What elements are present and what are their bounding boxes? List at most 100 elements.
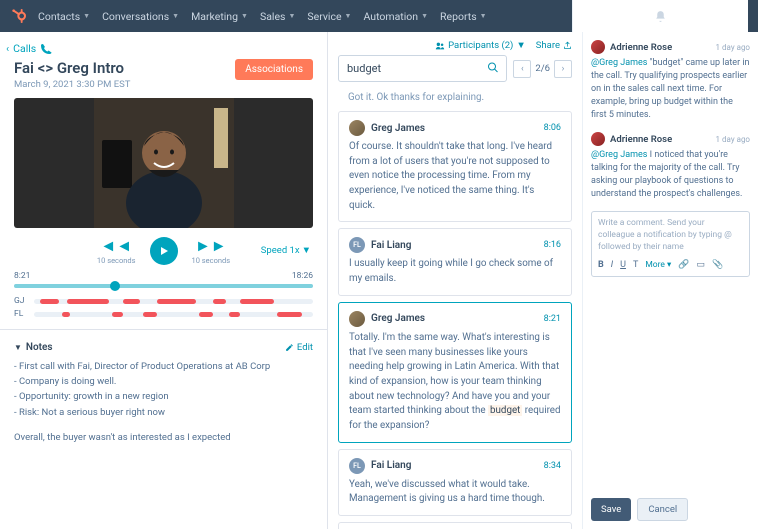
forward-10-button[interactable]: ►►10 seconds bbox=[192, 236, 231, 265]
speaker-label: FL bbox=[14, 309, 28, 319]
share-icon bbox=[563, 41, 572, 50]
composer-placeholder[interactable]: Write a comment. Send your colleague a n… bbox=[598, 218, 743, 254]
transcript-search-input[interactable] bbox=[338, 55, 507, 82]
search-icon[interactable] bbox=[487, 61, 499, 76]
save-button[interactable]: Save bbox=[591, 498, 631, 521]
speaker-name: Greg James bbox=[371, 313, 425, 324]
timeline-scrubber[interactable] bbox=[14, 284, 313, 288]
comment-age: 1 day ago bbox=[716, 43, 750, 52]
timeline-handle[interactable] bbox=[110, 281, 120, 291]
track-fl[interactable] bbox=[34, 312, 313, 317]
commenter-avatar bbox=[591, 132, 605, 146]
speaker-name: Greg James bbox=[371, 123, 425, 134]
speaker-avatar: FL bbox=[349, 237, 365, 253]
prev-result-button[interactable]: ‹ bbox=[513, 60, 531, 78]
transcript-message[interactable]: Greg James8:39 OK. The timeline for thes… bbox=[338, 522, 572, 529]
notes-section: ▼ Notes Edit - First call with Fai, Direc… bbox=[0, 336, 327, 457]
chevron-down-icon: ▼ bbox=[302, 245, 311, 256]
chevron-left-icon: ‹ bbox=[6, 42, 9, 55]
keyword-highlight: budget bbox=[488, 405, 522, 416]
notifications-icon[interactable] bbox=[654, 10, 668, 24]
note-line: - Risk: Not a serious buyer right now bbox=[14, 405, 313, 420]
timestamp[interactable]: 8:21 bbox=[544, 314, 561, 324]
rewind-10-button[interactable]: ◄◄10 seconds bbox=[97, 236, 136, 265]
player-controls: ◄◄10 seconds ►►10 seconds Speed 1x▼ bbox=[0, 236, 327, 265]
timestamp[interactable]: 8:34 bbox=[544, 461, 561, 471]
associations-button[interactable]: Associations bbox=[235, 59, 313, 80]
timestamp[interactable]: 8:06 bbox=[544, 123, 561, 133]
commenter-name: Adrienne Rose bbox=[610, 134, 672, 145]
comment-composer[interactable]: Write a comment. Send your colleague a n… bbox=[591, 211, 750, 277]
transcript-message[interactable]: FLFai Liang8:34 Yeah, we've discussed wh… bbox=[338, 449, 572, 516]
play-button[interactable] bbox=[150, 237, 178, 265]
message-body: Of course. It shouldn't take that long. … bbox=[349, 140, 561, 213]
phone-icon bbox=[40, 43, 52, 55]
user-menu-chevron[interactable]: ▼ bbox=[657, 99, 664, 107]
edit-notes-button[interactable]: Edit bbox=[285, 342, 313, 353]
link-icon[interactable]: 🔗 bbox=[678, 260, 689, 270]
participants-link[interactable]: Participants (2)▼ bbox=[435, 40, 526, 51]
speaker-name: Fai Liang bbox=[371, 240, 411, 251]
nav-items: Contacts▼ Conversations▼ Marketing▼ Sale… bbox=[38, 10, 487, 23]
message-body: I usually keep it going while I go check… bbox=[349, 257, 561, 286]
speaker-avatar: FL bbox=[349, 458, 365, 474]
timeline-start: 8:21 bbox=[14, 271, 30, 281]
comment-body: @Greg James I noticed that you're talkin… bbox=[591, 149, 750, 201]
speaker-avatar bbox=[349, 311, 365, 327]
nav-sales[interactable]: Sales▼ bbox=[260, 10, 295, 23]
nav-marketing[interactable]: Marketing▼ bbox=[191, 10, 248, 23]
next-result-button[interactable]: › bbox=[554, 60, 572, 78]
call-datetime: March 9, 2021 3:30 PM EST bbox=[14, 79, 130, 90]
attachment-icon[interactable]: 📎 bbox=[712, 260, 723, 270]
timestamp[interactable]: 8:16 bbox=[544, 240, 561, 250]
comment: Adrienne Rose 1 day ago @Greg James I not… bbox=[591, 132, 750, 201]
note-line: - Opportunity: growth in a new region bbox=[14, 389, 313, 404]
image-icon[interactable]: ▭ bbox=[697, 260, 706, 270]
italic-button[interactable]: I bbox=[611, 260, 613, 270]
transcript-message-highlighted[interactable]: Greg James 8:21 Totally. I'm the same way… bbox=[338, 302, 572, 443]
pencil-icon bbox=[285, 343, 294, 352]
speaker-label: GJ bbox=[14, 296, 28, 306]
call-title: Fai <> Greg Intro bbox=[14, 59, 130, 77]
underline-button[interactable]: U bbox=[620, 260, 626, 270]
note-line: - Company is doing well. bbox=[14, 374, 313, 389]
bold-button[interactable]: B bbox=[598, 260, 604, 270]
note-summary: Overall, the buyer wasn't as interested … bbox=[14, 430, 313, 445]
transcript-panel: Participants (2)▼ Share ‹ 2/6 › Got it. … bbox=[328, 32, 582, 529]
commenter-avatar bbox=[591, 40, 605, 54]
nav-contacts[interactable]: Contacts▼ bbox=[38, 10, 90, 23]
nav-reports[interactable]: Reports▼ bbox=[440, 10, 487, 23]
top-nav: Contacts▼ Conversations▼ Marketing▼ Sale… bbox=[0, 0, 758, 32]
speaker-tracks: GJ FL bbox=[14, 296, 313, 319]
back-to-calls[interactable]: ‹ Calls bbox=[6, 42, 52, 55]
more-formatting[interactable]: More ▾ bbox=[645, 260, 671, 270]
comments-panel: Adrienne Rose 1 day ago @Greg James "budg… bbox=[582, 32, 758, 529]
timeline-end: 18:26 bbox=[292, 271, 313, 281]
cancel-button[interactable]: Cancel bbox=[637, 498, 688, 521]
nav-automation[interactable]: Automation▼ bbox=[363, 10, 428, 23]
video-player[interactable] bbox=[14, 98, 313, 228]
comment-age: 1 day ago bbox=[716, 135, 750, 144]
transcript-snippet: Got it. Ok thanks for explaining. bbox=[338, 88, 572, 111]
speed-control[interactable]: Speed 1x▼ bbox=[261, 245, 311, 256]
transcript-message[interactable]: Greg James 8:06 Of course. It shouldn't t… bbox=[338, 111, 572, 222]
chevron-down-icon[interactable]: ▼ bbox=[14, 343, 22, 352]
mention[interactable]: @Greg James bbox=[591, 58, 647, 68]
note-line: - First call with Fai, Director of Produ… bbox=[14, 359, 313, 374]
text-color-button[interactable]: T bbox=[633, 260, 638, 270]
share-link[interactable]: Share bbox=[536, 40, 572, 51]
speaker-name: Fai Liang bbox=[371, 460, 411, 471]
nav-conversations[interactable]: Conversations▼ bbox=[102, 10, 179, 23]
comment: Adrienne Rose1 day ago @Greg James "budg… bbox=[591, 40, 750, 122]
track-gj[interactable] bbox=[34, 299, 313, 304]
hubspot-logo[interactable] bbox=[10, 7, 28, 25]
comment-body: @Greg James "budget" came up later in th… bbox=[591, 57, 750, 122]
message-body: Totally. I'm the same way. What's intere… bbox=[349, 331, 561, 434]
result-counter: 2/6 bbox=[535, 63, 550, 74]
left-panel: ‹ Calls Fai <> Greg Intro March 9, 2021 … bbox=[0, 32, 328, 529]
nav-service[interactable]: Service▼ bbox=[307, 10, 351, 23]
mention[interactable]: @Greg James bbox=[591, 150, 647, 160]
notes-title: Notes bbox=[26, 342, 53, 353]
transcript-message[interactable]: FL Fai Liang 8:16 I usually keep it going … bbox=[338, 228, 572, 295]
formatting-toolbar: B I U T More ▾ 🔗 ▭ 📎 bbox=[598, 260, 743, 270]
